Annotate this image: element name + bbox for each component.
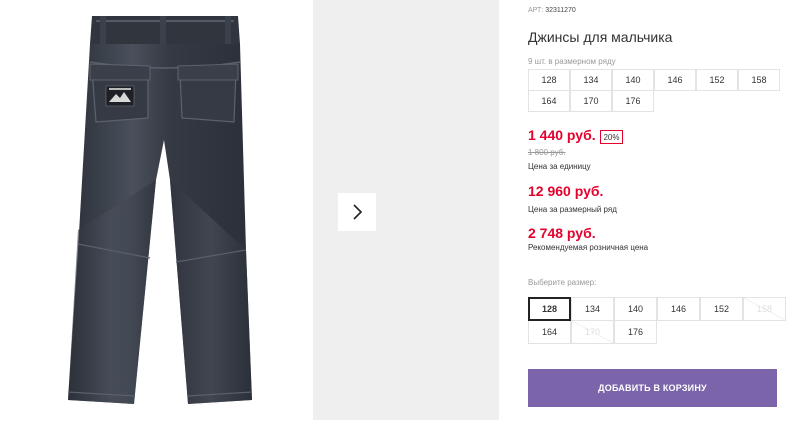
size-option-176[interactable]: 176 bbox=[614, 320, 657, 344]
size-option-146[interactable]: 146 bbox=[657, 297, 700, 321]
pack-size-cell: 170 bbox=[570, 90, 612, 112]
size-option-152[interactable]: 152 bbox=[700, 297, 743, 321]
pack-size-cell: 140 bbox=[612, 69, 654, 91]
size-option-164[interactable]: 164 bbox=[528, 320, 571, 344]
pack-size-cell: 146 bbox=[654, 69, 696, 91]
pack-size-cell: 176 bbox=[612, 90, 654, 112]
size-option-170: 170 bbox=[571, 320, 614, 344]
size-option-134[interactable]: 134 bbox=[571, 297, 614, 321]
pack-price-label: Цена за размерный ряд bbox=[528, 205, 617, 214]
pack-price: 12 960 руб. bbox=[528, 183, 604, 199]
pack-size-cell: 134 bbox=[570, 69, 612, 91]
pack-size-cell: 128 bbox=[528, 69, 570, 91]
product-image[interactable] bbox=[0, 0, 303, 427]
size-option-140[interactable]: 140 bbox=[614, 297, 657, 321]
unit-price-label: Цена за единицу bbox=[528, 162, 591, 171]
size-select-grid: 128 134 140 146 152 158 164 170 176 bbox=[528, 297, 786, 344]
gallery-next-button[interactable] bbox=[338, 193, 376, 231]
chevron-right-icon bbox=[353, 204, 363, 220]
pack-size-cell: 164 bbox=[528, 90, 570, 112]
pack-note: 9 шт. в размерном ряду bbox=[528, 57, 616, 66]
pack-size-grid: 128 134 140 146 152 158 164 170 176 bbox=[528, 69, 780, 112]
sku-label: АРТ: bbox=[528, 7, 544, 14]
add-to-cart-button[interactable]: ДОБАВИТЬ В КОРЗИНУ bbox=[528, 369, 777, 407]
size-option-128[interactable]: 128 bbox=[528, 297, 571, 321]
unit-price: 1 440 руб. bbox=[528, 127, 596, 143]
product-title: Джинсы для мальчика bbox=[528, 29, 673, 45]
size-select-label: Выберите размер: bbox=[528, 278, 597, 287]
pack-size-cell: 158 bbox=[738, 69, 780, 91]
retail-price-label: Рекомендуемая розничная цена bbox=[528, 243, 649, 252]
retail-price: 2 748 руб. bbox=[528, 225, 596, 241]
old-price: 1 800 руб. bbox=[528, 148, 566, 157]
discount-badge: 20% bbox=[600, 130, 623, 144]
pack-size-cell: 152 bbox=[696, 69, 738, 91]
sku-value: 32311270 bbox=[545, 7, 576, 14]
jeans-illustration bbox=[67, 16, 253, 404]
sku: АРТ: 32311270 bbox=[528, 7, 576, 14]
size-option-158: 158 bbox=[743, 297, 786, 321]
